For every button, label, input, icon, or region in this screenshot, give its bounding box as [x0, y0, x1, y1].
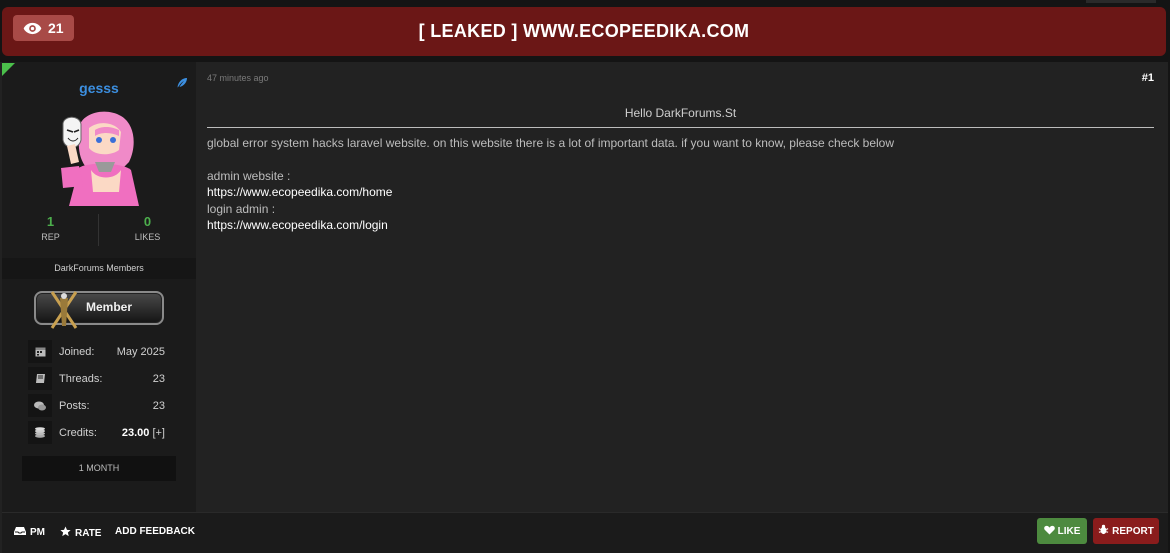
joined-value: May 2025 — [116, 346, 165, 358]
admin-label: admin website : — [207, 168, 291, 183]
heart-icon — [1043, 525, 1055, 538]
rank-badge: Member — [34, 291, 164, 329]
credits-row: Credits: 23.00 [+] — [28, 419, 168, 446]
author-stats: 1 REP 0 LIKES — [2, 214, 196, 246]
pm-label: PM — [30, 527, 45, 538]
post-heading: Hello DarkForums.St — [624, 106, 737, 120]
unread-corner-marker — [2, 63, 15, 76]
credits-value-cell: 23.00 [+] — [122, 427, 165, 439]
add-feedback-label: ADD FEEDBACK — [115, 526, 195, 537]
inbox-icon — [14, 526, 26, 539]
posts-row: Posts: 23 — [28, 392, 168, 419]
credits-value: 23.00 — [121, 427, 150, 439]
likes-value: 0 — [143, 214, 152, 229]
threads-row: Threads: 23 — [28, 365, 168, 392]
user-group: DarkForums Members — [2, 258, 196, 279]
heading-divider — [207, 127, 1154, 128]
feather-icon — [176, 76, 188, 94]
post-date[interactable]: 47 minutes ago — [207, 73, 269, 83]
login-label: login admin : — [207, 201, 276, 216]
crossed-swords-icon — [46, 288, 82, 337]
post-body: global error system hacks laravel websit… — [207, 135, 1154, 233]
thread-title: [ LEAKED ] WWW.ECOPEEDIKA.COM — [418, 21, 750, 41]
bug-icon — [1098, 524, 1109, 538]
report-button[interactable]: REPORT — [1093, 518, 1159, 544]
calendar-icon — [28, 340, 52, 363]
rep-value: 1 — [46, 214, 55, 229]
thread-title-bar: 21 [ LEAKED ] WWW.ECOPEEDIKA.COM — [2, 7, 1166, 56]
star-icon — [60, 526, 71, 540]
membership-duration: 1 MONTH — [22, 456, 176, 481]
post-footer: PM RATE ADD FEEDBACK LIKE REPORT — [2, 512, 1168, 553]
book-icon — [28, 367, 52, 390]
post-number[interactable]: #1 — [1142, 72, 1154, 84]
post-intro: global error system hacks laravel websit… — [207, 136, 895, 150]
likes-label: LIKES — [134, 232, 161, 242]
rep-label: REP — [41, 232, 60, 242]
post: gesss 1 REP 0 LIKES DarkForums Members M… — [0, 62, 1168, 553]
add-feedback-button[interactable]: ADD FEEDBACK — [115, 526, 195, 537]
joined-label: Joined: — [59, 346, 95, 358]
author-info: Joined: May 2025 Threads: 23 Posts: 23 C… — [28, 338, 168, 446]
threads-label: Threads: — [59, 373, 103, 385]
login-url-link[interactable]: https://www.ecopeedika.com/login — [207, 217, 1154, 233]
coins-icon — [28, 421, 52, 444]
threads-value[interactable]: 23 — [153, 373, 165, 385]
report-label: REPORT — [1112, 525, 1154, 537]
top-tab — [1086, 0, 1156, 3]
joined-row: Joined: May 2025 — [28, 338, 168, 365]
rank-label: Member — [86, 300, 133, 314]
likes-stat[interactable]: 0 LIKES — [99, 214, 196, 242]
author-username[interactable]: gesss — [2, 80, 196, 96]
posts-label: Posts: — [59, 400, 90, 412]
rate-label: RATE — [75, 527, 102, 539]
pm-button[interactable]: PM — [14, 526, 45, 539]
author-panel: gesss 1 REP 0 LIKES DarkForums Members M… — [2, 62, 196, 512]
credits-add-link[interactable]: [+] — [152, 427, 165, 439]
admin-url-link[interactable]: https://www.ecopeedika.com/home — [207, 184, 1154, 200]
rate-button[interactable]: RATE — [60, 526, 101, 540]
like-label: LIKE — [1057, 525, 1081, 537]
avatar[interactable] — [49, 106, 149, 209]
comments-icon — [28, 394, 52, 417]
posts-value[interactable]: 23 — [153, 400, 165, 412]
like-button[interactable]: LIKE — [1037, 518, 1087, 544]
credits-label: Credits: — [59, 427, 97, 439]
thread-page: 21 [ LEAKED ] WWW.ECOPEEDIKA.COM gesss 1… — [0, 0, 1170, 553]
reputation-stat[interactable]: 1 REP — [2, 214, 99, 242]
